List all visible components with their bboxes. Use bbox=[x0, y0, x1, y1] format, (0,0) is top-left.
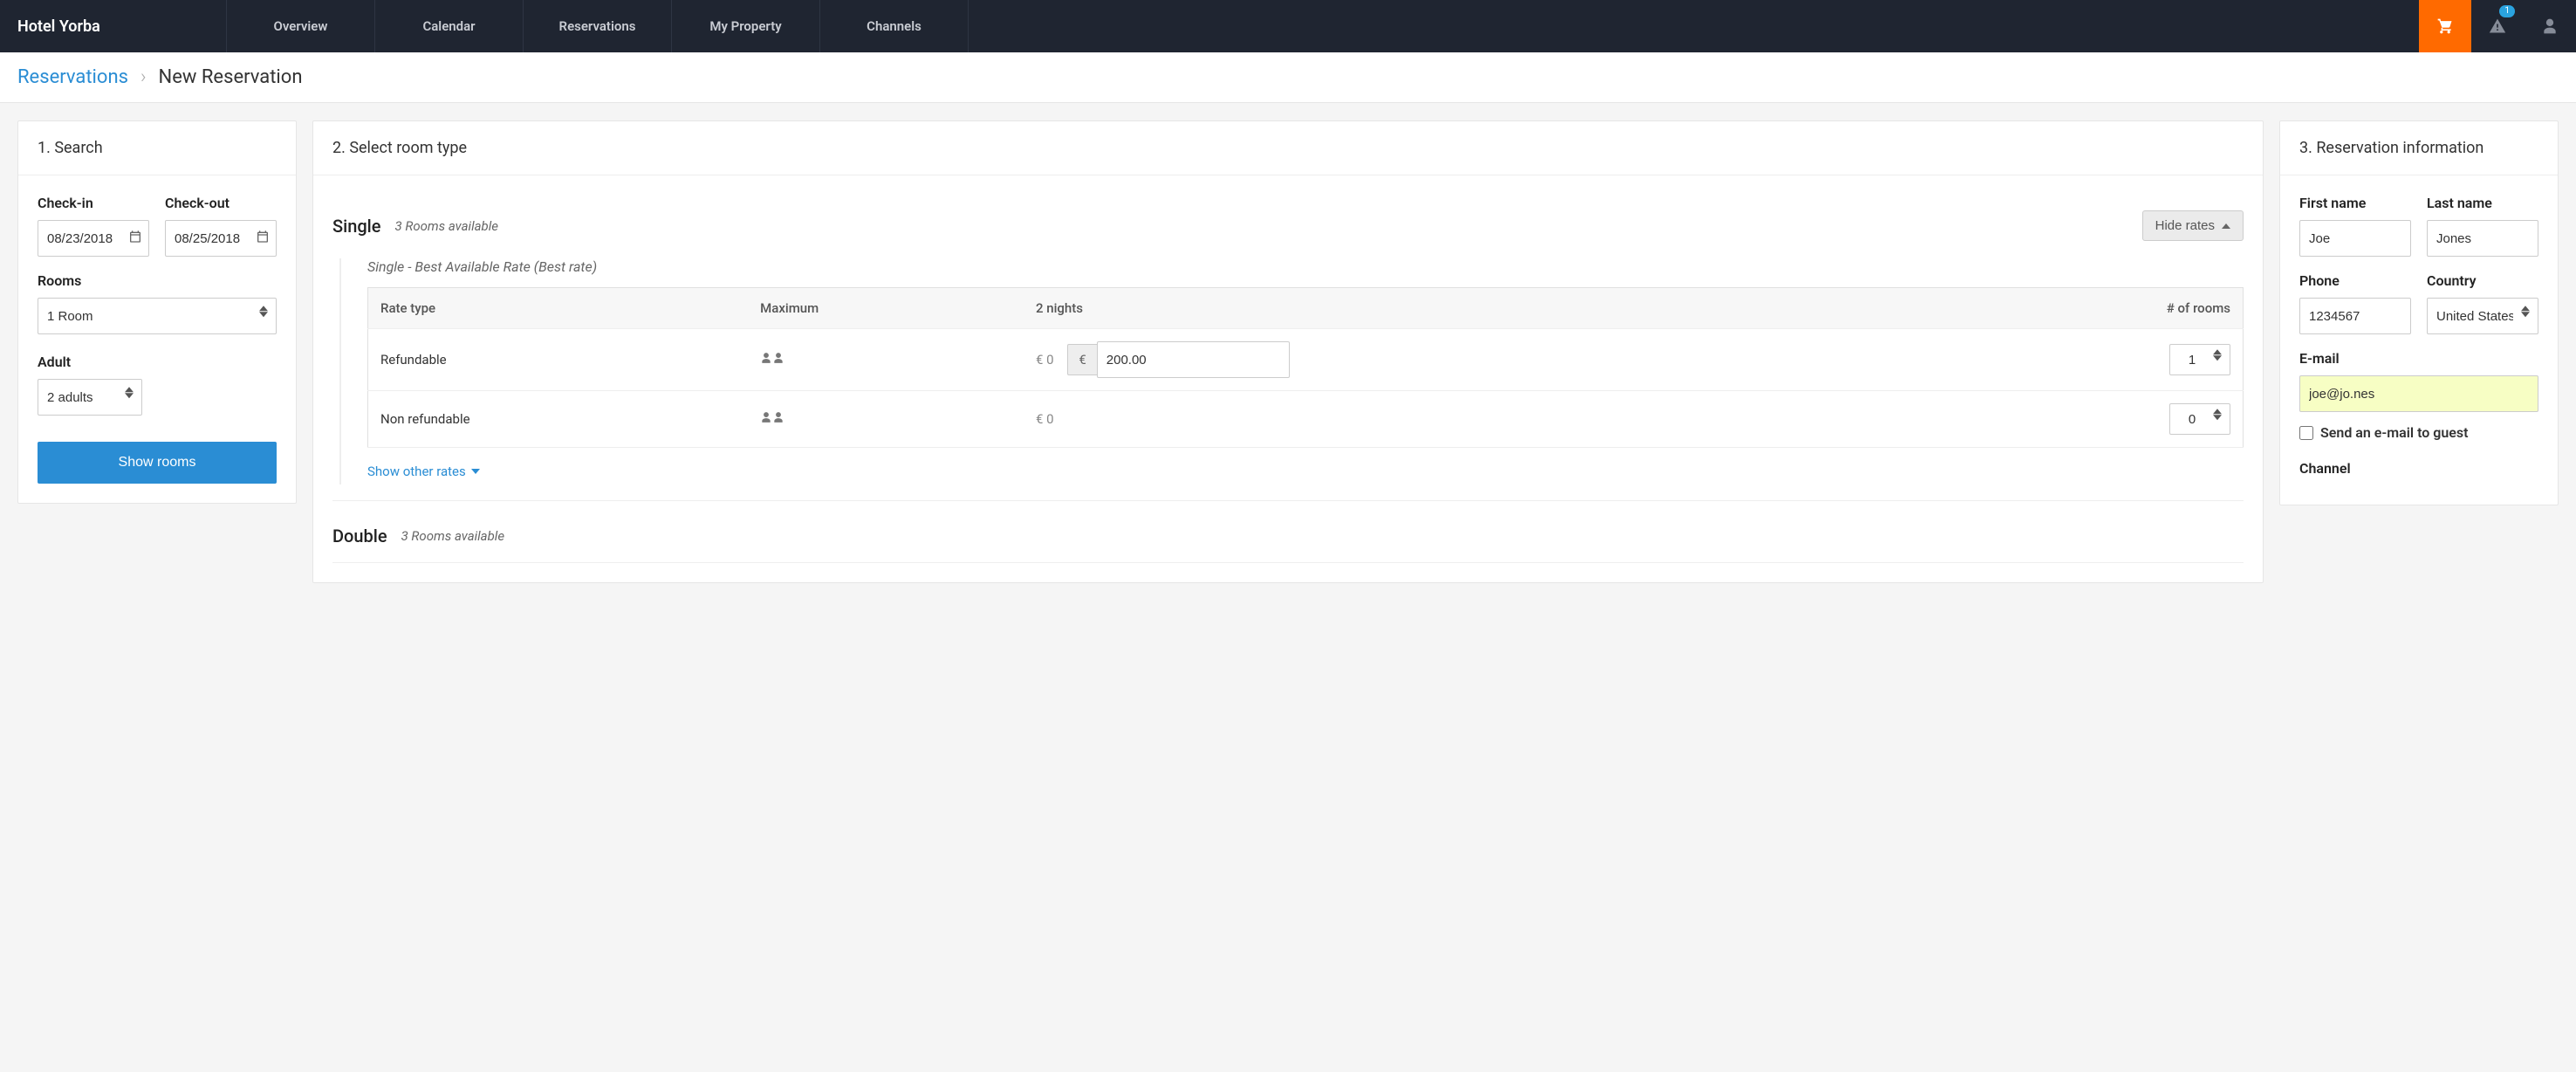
room-type-single-row: Single 3 Rooms available Hide rates bbox=[332, 195, 2244, 246]
price-input[interactable] bbox=[1097, 341, 1290, 378]
channel-label: Channel bbox=[2299, 460, 2538, 477]
first-name-label: First name bbox=[2299, 195, 2411, 211]
phone-label: Phone bbox=[2299, 272, 2411, 289]
show-rooms-button[interactable]: Show rooms bbox=[38, 442, 277, 484]
cart-icon[interactable] bbox=[2419, 0, 2471, 52]
alert-badge: 1 bbox=[2499, 5, 2515, 17]
rate-block-single: Single - Best Available Rate (Best rate)… bbox=[339, 258, 2244, 484]
breadcrumb-root[interactable]: Reservations bbox=[17, 66, 128, 88]
phone-input[interactable] bbox=[2299, 298, 2411, 334]
qty-cell: 0 bbox=[1948, 391, 2243, 448]
col-rate-type: Rate type bbox=[368, 288, 749, 329]
rate-row-nonrefundable: Non refundable € 0 0 bbox=[368, 391, 2244, 448]
checkin-input[interactable] bbox=[38, 220, 149, 257]
max-persons-icon bbox=[748, 391, 1024, 448]
rate-plan-name: Single - Best Available Rate (Best rate) bbox=[367, 258, 2244, 275]
nav-right: 1 bbox=[2419, 0, 2576, 52]
first-name-input[interactable] bbox=[2299, 220, 2411, 257]
qty-select-refundable[interactable]: 1 bbox=[2169, 344, 2230, 375]
send-email-row[interactable]: Send an e-mail to guest bbox=[2299, 424, 2538, 441]
base-price: € 0 bbox=[1036, 411, 1054, 427]
country-select[interactable]: United States bbox=[2427, 298, 2538, 334]
adult-label: Adult bbox=[38, 354, 277, 370]
rate-row-refundable: Refundable € 0 € bbox=[368, 329, 2244, 391]
send-email-checkbox[interactable] bbox=[2299, 426, 2313, 440]
base-price: € 0 bbox=[1036, 352, 1054, 368]
caret-down-icon bbox=[471, 469, 480, 474]
rooms-label: Rooms bbox=[38, 272, 277, 289]
nav-my-property[interactable]: My Property bbox=[672, 0, 820, 52]
panel-reservation-info-title: 3. Reservation information bbox=[2280, 121, 2558, 175]
alert-icon[interactable]: 1 bbox=[2471, 0, 2524, 52]
nav-channels[interactable]: Channels bbox=[820, 0, 969, 52]
col-qty: # of rooms bbox=[1948, 288, 2243, 329]
checkout-label: Check-out bbox=[165, 195, 277, 211]
rate-label: Refundable bbox=[368, 329, 749, 391]
rates-table: Rate type Maximum 2 nights # of rooms Re… bbox=[367, 287, 2244, 448]
breadcrumb-current: New Reservation bbox=[159, 66, 303, 88]
panel-room-type: 2. Select room type Single 3 Rooms avail… bbox=[312, 120, 2264, 583]
breadcrumb: Reservations › New Reservation bbox=[0, 52, 2576, 103]
user-icon[interactable] bbox=[2524, 0, 2576, 52]
nav-calendar[interactable]: Calendar bbox=[375, 0, 524, 52]
checkin-label: Check-in bbox=[38, 195, 149, 211]
nav-overview[interactable]: Overview bbox=[227, 0, 375, 52]
checkout-input[interactable] bbox=[165, 220, 277, 257]
panel-room-type-title: 2. Select room type bbox=[313, 121, 2263, 175]
room-type-double-row[interactable]: Double 3 Rooms available bbox=[332, 510, 2244, 563]
rate-price-cell: € 0 € bbox=[1024, 329, 1948, 391]
send-email-label: Send an e-mail to guest bbox=[2320, 424, 2469, 441]
col-nights: 2 nights bbox=[1024, 288, 1948, 329]
panel-reservation-info: 3. Reservation information First name La… bbox=[2279, 120, 2559, 505]
caret-up-icon bbox=[2222, 223, 2230, 229]
last-name-label: Last name bbox=[2427, 195, 2538, 211]
hide-rates-label: Hide rates bbox=[2155, 218, 2215, 233]
hide-rates-button[interactable]: Hide rates bbox=[2142, 210, 2244, 241]
page-content: 1. Search Check-in Check-out bbox=[0, 103, 2576, 601]
room-type-single-avail: 3 Rooms available bbox=[395, 218, 2142, 234]
nav-items: Overview Calendar Reservations My Proper… bbox=[227, 0, 2419, 52]
email-label: E-mail bbox=[2299, 350, 2538, 367]
col-maximum: Maximum bbox=[748, 288, 1024, 329]
room-type-double-name: Double bbox=[332, 526, 387, 546]
panel-search-title: 1. Search bbox=[18, 121, 296, 175]
rate-price-cell: € 0 bbox=[1024, 391, 1948, 448]
currency-symbol: € bbox=[1067, 344, 1096, 375]
show-other-rates-label: Show other rates bbox=[367, 464, 466, 479]
brand-title: Hotel Yorba bbox=[0, 0, 227, 52]
show-other-rates-link[interactable]: Show other rates bbox=[367, 464, 480, 479]
panel-search: 1. Search Check-in Check-out bbox=[17, 120, 297, 504]
max-persons-icon bbox=[748, 329, 1024, 391]
qty-select-nonrefundable[interactable]: 0 bbox=[2169, 403, 2230, 435]
last-name-input[interactable] bbox=[2427, 220, 2538, 257]
chevron-right-icon: › bbox=[140, 66, 147, 88]
nav-reservations[interactable]: Reservations bbox=[524, 0, 672, 52]
room-type-single-name: Single bbox=[332, 216, 381, 237]
top-nav: Hotel Yorba Overview Calendar Reservatio… bbox=[0, 0, 2576, 52]
rate-label: Non refundable bbox=[368, 391, 749, 448]
country-label: Country bbox=[2427, 272, 2538, 289]
room-type-double-avail: 3 Rooms available bbox=[401, 528, 2244, 544]
qty-cell: 1 bbox=[1948, 329, 2243, 391]
adult-select[interactable]: 2 adults bbox=[38, 379, 142, 416]
rooms-select[interactable]: 1 Room bbox=[38, 298, 277, 334]
email-input[interactable] bbox=[2299, 375, 2538, 412]
